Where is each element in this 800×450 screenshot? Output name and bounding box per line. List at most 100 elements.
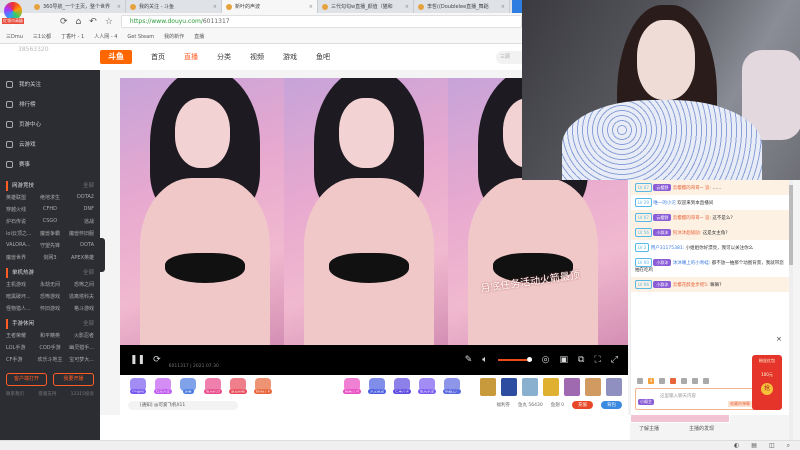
section-more-link[interactable]: 全部 xyxy=(83,181,94,191)
chat-username[interactable]: 阿沐沐超级励: xyxy=(673,231,702,236)
sidebar-game-link[interactable]: 宝可梦大... xyxy=(65,356,94,363)
footer-link[interactable]: 12315投诉 xyxy=(71,391,94,397)
chat-scrollbar[interactable] xyxy=(789,180,793,440)
sidebar-item-rank[interactable]: 排行榜 xyxy=(6,94,94,114)
recharge-button[interactable]: 充值 xyxy=(572,401,593,409)
sidebar-collapse-handle[interactable] xyxy=(100,238,105,272)
section-more-link[interactable]: 全部 xyxy=(83,268,94,278)
webfullscreen-icon[interactable]: ⛶ xyxy=(594,355,600,365)
reload-icon[interactable]: ⟳ xyxy=(60,17,68,27)
sidebar-game-link[interactable]: DNF xyxy=(65,206,94,213)
tray-icon[interactable]: ▤ xyxy=(751,442,757,450)
footer-link[interactable]: 客服支持 xyxy=(38,391,56,397)
star-icon[interactable]: ☆ xyxy=(105,17,113,27)
sidebar-item-follow[interactable]: 我的关注 xyxy=(6,74,94,94)
sidebar-game-link[interactable]: 逃离塔科夫 xyxy=(65,293,94,300)
gift-item[interactable]: 夜雨打卡 xyxy=(253,378,273,394)
sidebar-game-link[interactable]: 剑网3 xyxy=(35,254,64,261)
chat-tool-icon[interactable] xyxy=(681,378,687,384)
danmaku-edit-icon[interactable]: ✎ xyxy=(465,355,473,365)
nav-home[interactable]: 首页 xyxy=(151,52,165,62)
sidebar-game-link[interactable]: CSGO xyxy=(35,218,64,225)
chat-username[interactable]: 云樱樱的哥哥~ 追: xyxy=(673,216,711,221)
fullscreen-icon[interactable]: ⤢ xyxy=(611,355,618,365)
grab-button[interactable]: 抢 xyxy=(761,383,773,395)
sidebar-game-link[interactable]: 王者荣耀 xyxy=(6,332,35,339)
sidebar-game-link[interactable]: CF手游 xyxy=(6,356,35,363)
backpack-button[interactable]: 背包 xyxy=(601,401,622,409)
chat-username[interactable]: 用户31175381: xyxy=(651,246,684,251)
nav-category[interactable]: 分类 xyxy=(217,52,231,62)
footer-link[interactable]: 联系我们 xyxy=(6,391,24,397)
sidebar-game-link[interactable]: 炉石传说 xyxy=(6,218,35,225)
pip-icon[interactable]: ▣ xyxy=(560,355,569,365)
tab-close-icon[interactable]: × xyxy=(309,4,313,10)
sidebar-game-link[interactable]: 火影忍者 xyxy=(65,332,94,339)
gift-icon[interactable] xyxy=(543,378,559,396)
sidebar-game-link[interactable]: 格斗游戏 xyxy=(65,305,94,312)
coupon-dropdown[interactable]: 福利券 xyxy=(496,402,510,408)
sidebar-game-link[interactable]: lol云顶之... xyxy=(6,230,35,237)
gift-icon[interactable] xyxy=(501,378,517,396)
browser-tab[interactable]: 360导航_一个主页，整个世界 × xyxy=(30,0,126,13)
bookmark[interactable]: 三1公都 xyxy=(33,33,51,40)
sidebar-game-link[interactable]: APEX英雄 xyxy=(65,254,94,261)
sidebar-game-link[interactable]: 魔兽怀旧服 xyxy=(65,230,94,237)
sidebar-game-link[interactable]: 主机游戏 xyxy=(6,281,35,288)
gift-icon[interactable] xyxy=(522,378,538,396)
browser-tab[interactable]: 李哲((Doublelee直播_舞蹈 × xyxy=(414,0,510,13)
bookmark[interactable]: 丁香叶 - 1 xyxy=(61,33,84,40)
start-stream-button[interactable]: 我要开播 xyxy=(53,373,94,386)
sidebar-game-link[interactable]: 怪物猎人... xyxy=(6,305,35,312)
tab-close-icon[interactable]: × xyxy=(117,4,121,10)
sidebar-game-link[interactable]: 欢乐斗地主 xyxy=(35,356,64,363)
sidebar-game-link[interactable]: VALORA... xyxy=(6,242,35,249)
url-input[interactable]: https://www.douyu.com/6011317 xyxy=(120,15,522,28)
browser-tab[interactable]: 我的关注 - 斗鱼 × xyxy=(126,0,222,13)
gift-item[interactable]: 鱼丸学堂 xyxy=(417,378,437,394)
sidebar-game-link[interactable]: 暗黑破坏... xyxy=(6,293,35,300)
volume-icon[interactable]: 🔈︎ xyxy=(482,355,487,365)
megaphone-icon[interactable] xyxy=(659,378,665,384)
gift-item[interactable]: 太空魔盒 xyxy=(367,378,387,394)
sidebar-game-link[interactable]: 穿越火线 xyxy=(6,206,35,213)
sidebar-item-webgames[interactable]: 页游中心 xyxy=(6,114,94,134)
sidebar-game-link[interactable]: 恐怖游戏 xyxy=(35,293,64,300)
crown-icon[interactable] xyxy=(670,378,676,384)
gift-icon[interactable] xyxy=(480,378,496,396)
gift-item[interactable]: 任意大任 xyxy=(153,378,173,394)
nav-games[interactable]: 游戏 xyxy=(283,52,297,62)
bookmark[interactable]: Get Steam xyxy=(127,34,154,40)
chat-input[interactable]: 这里输入聊天内容 小阁主 收藏的弹幕 xyxy=(635,388,755,410)
bookmark[interactable]: 我的新作 xyxy=(164,33,184,40)
gift-item[interactable]: 鱼塘 xyxy=(178,378,198,394)
bookmark[interactable]: 人人网 - 4 xyxy=(94,33,117,40)
chat-username[interactable]: 唯一的小沱 xyxy=(653,201,676,206)
notice-bar[interactable]: [通知] @可爱飞机X11 xyxy=(128,401,238,410)
sidebar-game-link[interactable]: 怀旧游戏 xyxy=(35,305,64,312)
emoji-icon[interactable] xyxy=(637,378,643,384)
pause-icon[interactable]: ❚❚ xyxy=(130,355,145,365)
tray-icon[interactable]: ◐ xyxy=(734,442,739,450)
sidebar-game-link[interactable]: LOL手游 xyxy=(6,344,35,351)
sidebar-game-link[interactable]: 绝地求生 xyxy=(35,194,64,201)
tab-close-icon[interactable]: × xyxy=(405,4,409,10)
bookmark[interactable]: 三Dmu xyxy=(6,33,23,40)
gift-item[interactable]: PK活动 xyxy=(128,378,148,394)
about-anchor-link[interactable]: 了解主播 xyxy=(639,425,659,437)
gift-icon[interactable] xyxy=(606,378,622,396)
send-button[interactable]: 收藏的弹幕 xyxy=(728,401,752,407)
chat-username[interactable]: 云樱樱的哥哥~ 追: xyxy=(673,186,711,191)
sidebar-item-cloudgame[interactable]: 云游戏 xyxy=(6,134,94,154)
sidebar-game-link[interactable]: 英雄联盟 xyxy=(6,194,35,201)
tray-icon[interactable]: ◫ xyxy=(769,442,775,450)
sidebar-game-link[interactable]: 守望先锋 xyxy=(35,242,64,249)
chat-username[interactable]: 沐沐嘴上的小青蛙: xyxy=(673,261,711,266)
widescreen-icon[interactable]: ⧉ xyxy=(578,355,584,365)
search-icon[interactable]: ⌕ xyxy=(787,442,790,450)
tab-close-icon[interactable]: × xyxy=(501,4,505,10)
section-more-link[interactable]: 全部 xyxy=(83,319,94,329)
fan-badge[interactable]: 小阁主 xyxy=(638,399,654,405)
sidebar-game-link[interactable]: DOTA2 xyxy=(65,194,94,201)
refresh-icon[interactable]: ⟳ xyxy=(153,355,161,365)
